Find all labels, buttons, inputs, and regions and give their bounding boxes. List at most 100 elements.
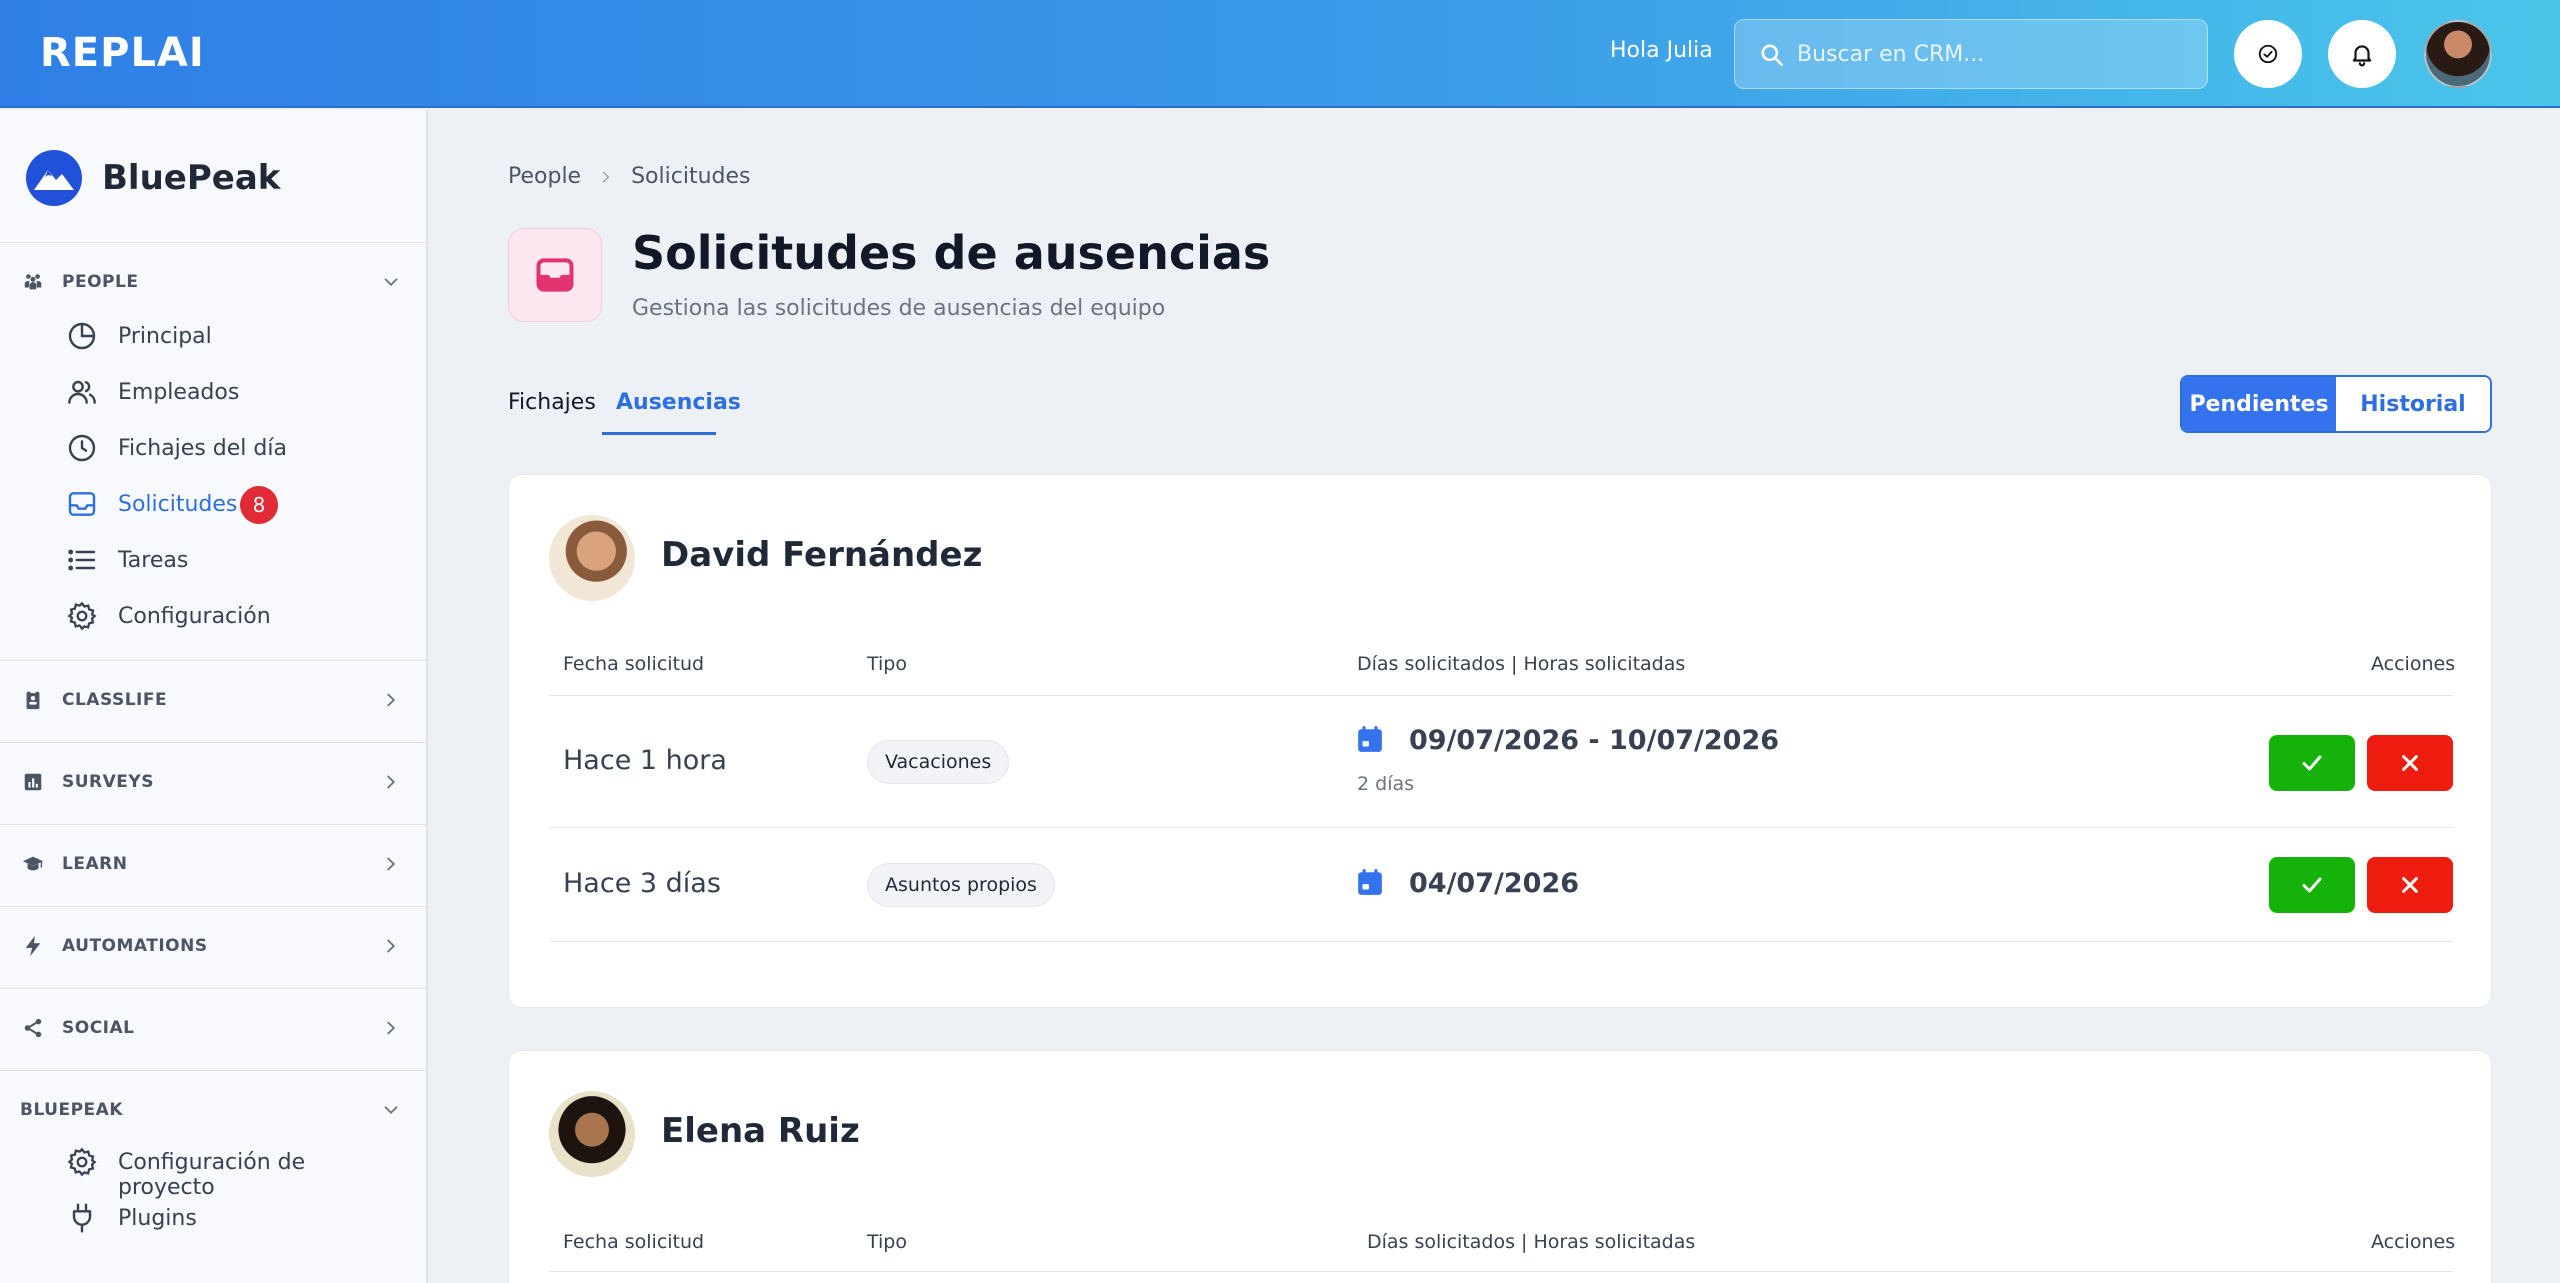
sidebar-item-label: Solicitudes bbox=[118, 492, 238, 517]
approve-button[interactable] bbox=[2269, 857, 2355, 913]
column-header: Fecha solicitud bbox=[563, 653, 705, 675]
calendar-icon bbox=[1358, 726, 1382, 752]
column-header: Acciones bbox=[2371, 653, 2456, 675]
chevron-right-icon bbox=[387, 1021, 396, 1035]
user-avatar[interactable] bbox=[2424, 20, 2492, 88]
close-icon bbox=[2402, 755, 2418, 771]
section-surveys[interactable]: SURVEYS bbox=[0, 762, 428, 802]
section-bluepeak[interactable]: BLUEPEAK bbox=[0, 1090, 428, 1130]
tab-ausencias[interactable]: Ausencias bbox=[616, 390, 741, 415]
chevron-right-icon bbox=[387, 939, 396, 953]
sidebar-item-label: Fichajes del día bbox=[118, 436, 287, 461]
employee-name: Elena Ruiz bbox=[661, 1111, 860, 1151]
date-range: 09/07/2026 - 10/07/2026 bbox=[1409, 725, 1780, 756]
brand[interactable]: BluePeak bbox=[26, 150, 280, 206]
column-header: Días solicitados | Horas solicitadas bbox=[1367, 1231, 1696, 1253]
section-label: SURVEYS bbox=[62, 772, 154, 792]
sidebar-item-fichajes[interactable]: Fichajes del día bbox=[66, 426, 406, 470]
breadcrumb-people[interactable]: People bbox=[508, 164, 581, 189]
clock-icon bbox=[68, 434, 96, 462]
section-people[interactable]: PEOPLE bbox=[0, 262, 428, 302]
filter-historial-button[interactable]: Historial bbox=[2336, 377, 2490, 431]
section-automations[interactable]: AUTOMATIONS bbox=[0, 926, 428, 966]
inbox-icon bbox=[536, 258, 574, 292]
check-icon bbox=[2302, 755, 2322, 771]
notifications-button[interactable] bbox=[2328, 20, 2396, 88]
chevron-right-icon bbox=[603, 171, 610, 182]
reject-button[interactable] bbox=[2367, 857, 2453, 913]
breadcrumb-solicitudes: Solicitudes bbox=[631, 164, 751, 189]
reject-button[interactable] bbox=[2367, 735, 2453, 791]
section-label: AUTOMATIONS bbox=[62, 936, 208, 956]
section-label: PEOPLE bbox=[62, 272, 139, 292]
check-icon bbox=[2302, 877, 2322, 893]
section-classlife[interactable]: CLASSLIFE bbox=[0, 680, 428, 720]
graduation-cap-icon bbox=[22, 856, 44, 871]
sidebar-item-label: Tareas bbox=[118, 548, 189, 573]
list-icon bbox=[68, 549, 96, 571]
divider bbox=[0, 742, 428, 743]
sidebar-item-plugins[interactable]: Plugins bbox=[66, 1196, 406, 1240]
avatar bbox=[549, 515, 635, 601]
employee-name: David Fernández bbox=[661, 535, 983, 575]
date-range: 04/07/2026 bbox=[1409, 868, 1580, 899]
avatar bbox=[549, 1091, 635, 1177]
search-input[interactable] bbox=[1797, 20, 2197, 88]
request-card: David Fernández Fecha solicitud Tipo Día… bbox=[508, 474, 2492, 1008]
tab-fichajes[interactable]: Fichajes bbox=[508, 390, 596, 415]
gear-icon bbox=[67, 1147, 97, 1177]
section-social[interactable]: SOCIAL bbox=[0, 1008, 428, 1048]
breadcrumb: People Solicitudes bbox=[508, 164, 750, 189]
inbox-icon bbox=[68, 492, 96, 516]
filter-pendientes-button[interactable]: Pendientes bbox=[2182, 377, 2336, 431]
sidebar-item-tareas[interactable]: Tareas bbox=[66, 538, 406, 582]
close-icon bbox=[2402, 877, 2418, 893]
divider bbox=[0, 1070, 428, 1071]
divider bbox=[0, 660, 428, 661]
search-icon bbox=[1761, 44, 1784, 67]
mountain-logo-icon bbox=[26, 150, 82, 206]
check-circle-icon bbox=[2258, 44, 2278, 64]
column-header: Acciones bbox=[2371, 1231, 2456, 1253]
type-badge: Asuntos propios bbox=[867, 863, 1055, 907]
app-logo[interactable]: REPLAI bbox=[40, 30, 205, 76]
days-count: 2 días bbox=[1357, 773, 1415, 795]
request-date: Hace 1 hora bbox=[563, 745, 727, 776]
column-header: Tipo bbox=[867, 1231, 907, 1253]
page-icon bbox=[508, 228, 602, 322]
approve-button[interactable] bbox=[2269, 735, 2355, 791]
sidebar-item-solicitudes[interactable]: Solicitudes 8 bbox=[66, 482, 406, 526]
chevron-right-icon bbox=[387, 693, 396, 707]
calendar-icon bbox=[1358, 869, 1382, 895]
count-badge: 8 bbox=[240, 486, 278, 524]
share-icon bbox=[24, 1018, 42, 1038]
sidebar-item-empleados[interactable]: Empleados bbox=[66, 370, 406, 414]
chevron-down-icon bbox=[384, 1106, 398, 1115]
chevron-down-icon bbox=[384, 278, 398, 287]
divider bbox=[549, 1271, 2453, 1272]
chart-icon bbox=[24, 773, 42, 791]
divider bbox=[0, 242, 428, 243]
sidebar-item-configuracion-proyecto[interactable]: Configuración de proyecto bbox=[66, 1140, 406, 1200]
active-tab-indicator bbox=[602, 432, 716, 435]
sidebar-item-label: Configuración bbox=[118, 604, 271, 629]
page-title: Solicitudes de ausencias bbox=[632, 226, 1271, 280]
divider bbox=[549, 695, 2453, 696]
sidebar-item-configuracion[interactable]: Configuración bbox=[66, 594, 406, 638]
top-bar: REPLAI Hola Julia bbox=[0, 0, 2560, 108]
search-box[interactable] bbox=[1734, 19, 2208, 89]
tasks-check-button[interactable] bbox=[2234, 20, 2302, 88]
divider bbox=[549, 941, 2453, 942]
users-icon bbox=[68, 380, 96, 404]
bell-icon bbox=[2352, 45, 2372, 67]
divider bbox=[0, 906, 428, 907]
sidebar-item-label: Plugins bbox=[118, 1206, 197, 1231]
sidebar-item-principal[interactable]: Principal bbox=[66, 314, 406, 358]
section-learn[interactable]: LEARN bbox=[0, 844, 428, 884]
sidebar: BluePeak PEOPLE Principal Empleados Fich… bbox=[0, 110, 428, 1283]
bolt-icon bbox=[25, 935, 41, 957]
sidebar-item-label: Principal bbox=[118, 324, 212, 349]
greeting: Hola Julia bbox=[1610, 38, 1713, 63]
badge-icon bbox=[26, 690, 40, 710]
column-header: Tipo bbox=[867, 653, 907, 675]
